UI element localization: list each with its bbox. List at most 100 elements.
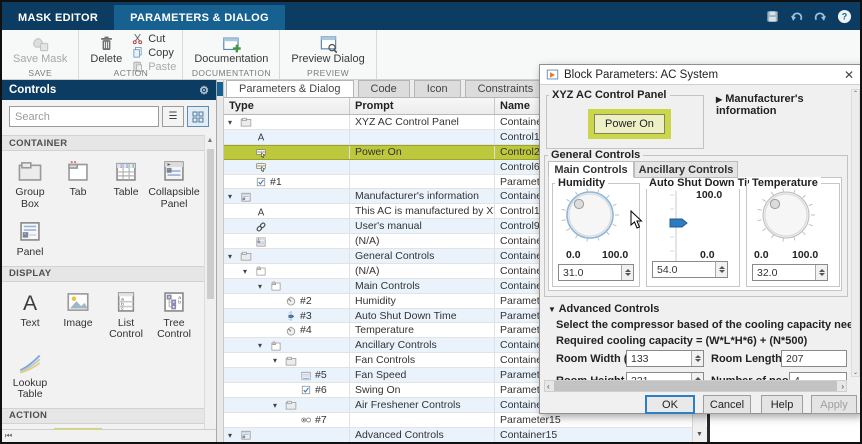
- temperature-value: 32.0: [757, 267, 777, 279]
- control-tile-list-control[interactable]: abc List Control: [102, 286, 150, 344]
- control-tile-image[interactable]: Image: [54, 286, 102, 344]
- humidity-spinner[interactable]: [621, 265, 633, 280]
- expand-arrow-icon[interactable]: ▾: [228, 190, 237, 203]
- group-box-icon: [240, 116, 252, 128]
- dialog-tab-main-controls[interactable]: Main Controls: [548, 161, 634, 178]
- undo-icon[interactable]: [789, 9, 804, 24]
- control-tile-collapsible-panel[interactable]: Collapsible Panel: [150, 155, 198, 213]
- control-tile-tab[interactable]: Tab: [54, 155, 102, 213]
- expand-arrow-icon[interactable]: ▾: [273, 354, 282, 367]
- expand-arrow-icon[interactable]: ▾: [258, 280, 267, 293]
- tab-icon: [270, 280, 282, 292]
- pane-splitter-grip[interactable]: [217, 82, 223, 96]
- scrollbar-thumb[interactable]: [554, 381, 838, 391]
- control-tile-panel[interactable]: Panel: [6, 215, 54, 262]
- ribbon-group-action: Delete Cut Copy Paste ACTION: [79, 30, 183, 79]
- save-mask-button[interactable]: Save Mask: [8, 31, 72, 67]
- section-band-display: DISPLAY: [2, 266, 204, 282]
- text-icon: A: [255, 131, 267, 143]
- help-icon[interactable]: ?: [837, 9, 852, 24]
- humidity-value-field[interactable]: 31.0: [558, 264, 634, 281]
- editor-tab-parameters-dialog[interactable]: Parameters & Dialog: [226, 80, 354, 97]
- list-view-button[interactable]: ☰: [162, 106, 184, 127]
- documentation-button[interactable]: Documentation: [189, 31, 273, 67]
- controls-panel-title: Controls: [9, 84, 56, 96]
- preview-dialog-button[interactable]: Preview Dialog: [286, 31, 369, 67]
- controls-panel: Controls ⚙ Search ☰ CONTAINER Group Box …: [2, 80, 217, 442]
- close-icon[interactable]: ✕: [844, 68, 854, 82]
- svg-text:A: A: [23, 291, 38, 314]
- documentation-icon: [222, 33, 241, 53]
- humidity-min: 0.0: [566, 249, 581, 261]
- copy-button[interactable]: Copy: [131, 46, 176, 59]
- editor-tab-icon[interactable]: Icon: [414, 80, 461, 97]
- autoshutdown-min: 0.0: [700, 249, 715, 261]
- field-input-room-length-l-[interactable]: 207: [781, 350, 847, 367]
- redo-icon[interactable]: [813, 9, 828, 24]
- hyperlink-icon: [255, 221, 267, 233]
- pane-splitter[interactable]: [217, 80, 224, 442]
- field-input-room-width-w-[interactable]: 133: [626, 350, 704, 367]
- table-scrollbar-down-arrow[interactable]: ▼: [693, 428, 706, 441]
- field-spinner[interactable]: [691, 351, 703, 366]
- radio-icon: [300, 414, 312, 426]
- column-header-prompt[interactable]: Prompt: [350, 98, 495, 114]
- expand-arrow-icon[interactable]: ▾: [228, 116, 237, 129]
- control-tile-table[interactable]: 123 Table: [102, 155, 150, 213]
- ribbon-group-preview: Preview Dialog PREVIEW: [280, 30, 376, 79]
- ok-button[interactable]: OK: [645, 395, 695, 414]
- column-header-type[interactable]: Type: [224, 98, 350, 114]
- control-tile-group-box[interactable]: Group Box: [6, 155, 54, 213]
- knob-icon: [285, 325, 297, 337]
- expand-arrow-icon[interactable]: ▾: [273, 399, 282, 412]
- panel-icon: [17, 218, 43, 244]
- table-row[interactable]: #7 Parameter15: [224, 413, 707, 428]
- preview-dialog-icon: [319, 33, 338, 53]
- cut-button[interactable]: Cut: [131, 32, 176, 45]
- block-parameters-dialog: Block Parameters: AC System ✕ XYZ AC Con…: [539, 64, 861, 414]
- control-tile-lookup-table[interactable]: Lookup Table: [6, 346, 54, 404]
- svg-text:?: ?: [842, 11, 847, 21]
- dialog-title: Block Parameters: AC System: [564, 69, 718, 81]
- ribbon-tab-mask-editor[interactable]: MASK EDITOR: [2, 5, 114, 30]
- expand-arrow-icon[interactable]: ▾: [228, 429, 237, 442]
- delete-icon: [97, 33, 116, 53]
- advanced-controls-collapsible[interactable]: ▼ Advanced Controls: [548, 303, 659, 315]
- expand-arrow-icon[interactable]: ▾: [243, 265, 252, 278]
- cancel-button[interactable]: Cancel: [703, 395, 751, 414]
- dialog-horizontal-scrollbar[interactable]: ‹›: [544, 380, 847, 392]
- grid-view-button[interactable]: [187, 106, 209, 127]
- temperature-knob[interactable]: [756, 187, 820, 247]
- manufacturer-info-collapsible[interactable]: ▶ Manufacturer's information: [716, 93, 860, 117]
- autoshutdown-slider[interactable]: [666, 187, 696, 267]
- dialog-title-bar[interactable]: Block Parameters: AC System ✕: [540, 65, 860, 85]
- control-tile-text[interactable]: A Text: [6, 286, 54, 344]
- autoshutdown-value-field[interactable]: 54.0: [652, 261, 728, 278]
- table-row[interactable]: ▾ Advanced Controls Container15: [224, 428, 707, 442]
- apply-button[interactable]: Apply: [811, 395, 857, 414]
- autoshutdown-spinner[interactable]: [715, 262, 727, 277]
- text-icon: A: [255, 206, 267, 218]
- expand-arrow-icon[interactable]: ▾: [228, 250, 237, 263]
- control-tile-tree-control[interactable]: ab Tree Control: [150, 286, 198, 344]
- table-icon: 123: [113, 158, 139, 184]
- delete-button[interactable]: Delete: [85, 31, 127, 67]
- temperature-value-field[interactable]: 32.0: [752, 264, 828, 281]
- save-icon[interactable]: [765, 9, 780, 24]
- copy-icon: [131, 46, 144, 59]
- gear-icon[interactable]: ⚙: [199, 84, 209, 97]
- ribbon-tab-parameters-dialog[interactable]: PARAMETERS & DIALOG: [114, 5, 285, 30]
- editor-tab-code[interactable]: Code: [358, 80, 410, 97]
- humidity-knob[interactable]: [560, 187, 624, 247]
- dialog-tab-ancillary-controls[interactable]: Ancillary Controls: [634, 161, 738, 178]
- temperature-spinner[interactable]: [815, 265, 827, 280]
- power-on-button[interactable]: Power On: [594, 114, 665, 134]
- section-tiles-container: Group Box Tab 123 Table Collapsible Pane…: [2, 151, 202, 266]
- search-input[interactable]: Search: [9, 106, 159, 127]
- controls-panel-horizontal-scrollbar[interactable]: ⏮: [2, 429, 216, 442]
- help-button[interactable]: Help: [761, 395, 803, 414]
- editor-tab-constraints[interactable]: Constraints: [465, 80, 547, 97]
- controls-panel-vertical-scrollbar[interactable]: ▲ ▼: [204, 135, 215, 444]
- dialog-vertical-scrollbar[interactable]: ⌃ ⌄: [851, 89, 860, 377]
- expand-arrow-icon[interactable]: ▾: [258, 339, 267, 352]
